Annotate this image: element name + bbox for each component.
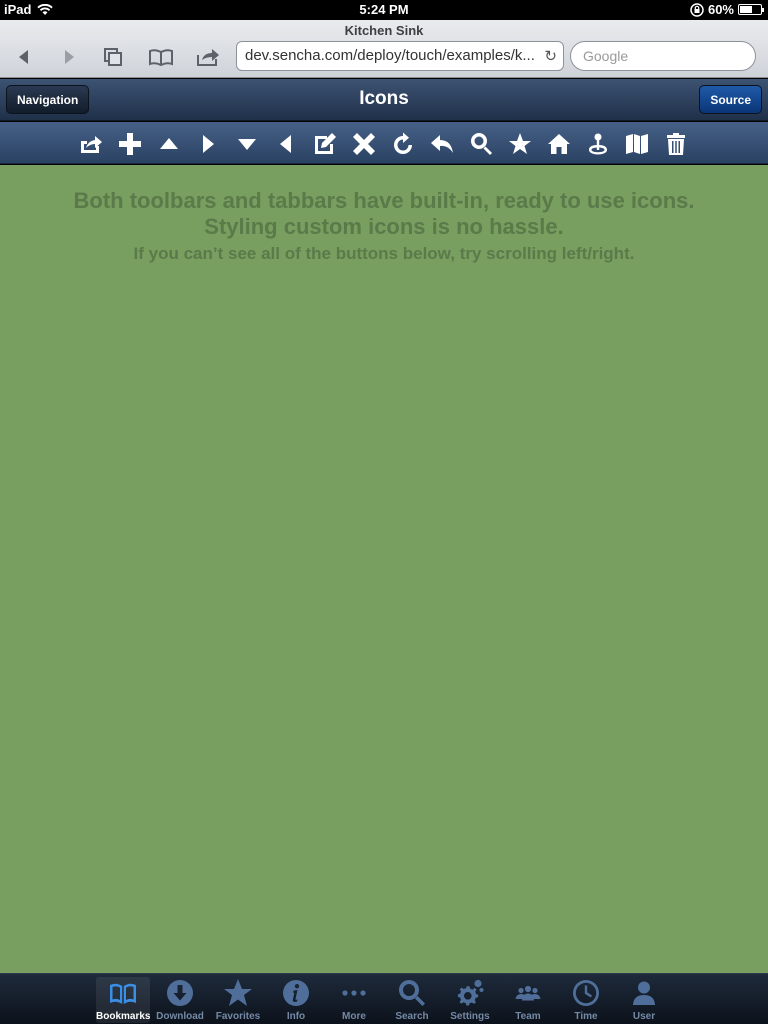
tab-settings[interactable]: Settings	[443, 977, 497, 1023]
tab-label: Favorites	[215, 1011, 261, 1022]
star-button[interactable]	[506, 130, 534, 158]
compose-icon	[315, 133, 336, 154]
arrow-down-button[interactable]	[233, 130, 261, 158]
tab-download[interactable]: Download	[153, 977, 207, 1023]
reload-icon[interactable]: ↻	[544, 47, 557, 65]
locate-button[interactable]	[584, 130, 612, 158]
refresh-icon	[394, 132, 412, 154]
battery-icon	[738, 4, 764, 15]
home-button[interactable]	[545, 130, 573, 158]
pages-icon	[104, 48, 122, 66]
url-text: dev.sencha.com/deploy/touch/examples/k..…	[245, 47, 535, 64]
action-icon	[81, 136, 102, 153]
trash-button[interactable]	[662, 130, 690, 158]
maps-icon	[626, 134, 648, 154]
rotation-lock-icon	[690, 2, 704, 17]
share-icon	[197, 49, 219, 66]
tab-time[interactable]: Time	[559, 977, 613, 1023]
action-button[interactable]	[77, 130, 105, 158]
forward-button[interactable]	[56, 44, 82, 70]
compose-button[interactable]	[311, 130, 339, 158]
maps-button[interactable]	[623, 130, 651, 158]
back-button[interactable]	[11, 44, 37, 70]
tab-label: Search	[395, 1011, 429, 1022]
pages-button[interactable]	[100, 44, 126, 70]
intro-text-line1: Both toolbars and tabbars have built-in,…	[73, 188, 695, 213]
reply-button[interactable]	[428, 130, 456, 158]
tab-label: User	[632, 1011, 656, 1022]
tab-label: Team	[515, 1011, 541, 1022]
refresh-button[interactable]	[389, 130, 417, 158]
content-panel: Both toolbars and tabbars have built-in,…	[0, 165, 768, 973]
favorites-icon	[224, 979, 252, 1006]
locate-icon	[589, 133, 607, 155]
tab-label: Settings	[450, 1011, 490, 1022]
star-icon	[509, 133, 531, 154]
tab-user[interactable]: User	[617, 977, 671, 1023]
more-icon	[342, 990, 366, 996]
time-icon	[573, 980, 599, 1006]
intro-hint-text: If you can’t see all of the buttons belo…	[133, 244, 635, 263]
arrow-up-icon	[160, 138, 178, 149]
book-icon	[149, 49, 173, 67]
browser-page-title: Kitchen Sink	[344, 23, 424, 38]
search-icon	[399, 980, 425, 1006]
battery-fill	[740, 6, 752, 13]
tab-label: Time	[574, 1011, 598, 1022]
delete-button[interactable]	[350, 130, 378, 158]
tab-label: More	[342, 1011, 366, 1022]
tab-label: Bookmarks	[96, 1011, 151, 1022]
status-bar: iPad 5:24 PM 60%	[0, 0, 768, 20]
forward-arrow-icon	[65, 50, 74, 64]
tab-label: Info	[286, 1011, 306, 1022]
add-icon	[119, 133, 141, 155]
screen: iPad 5:24 PM 60% Kitchen Sink dev.sencha…	[0, 0, 768, 1024]
add-button[interactable]	[116, 130, 144, 158]
bookmarks-button[interactable]	[148, 44, 174, 70]
tab-bar: Bookmarks Download Favorites Info More S…	[0, 973, 768, 1024]
arrow-right-icon	[203, 135, 214, 153]
arrow-right-button[interactable]	[194, 130, 222, 158]
tab-team[interactable]: Team	[501, 977, 555, 1023]
tab-search[interactable]: Search	[385, 977, 439, 1023]
tab-bookmarks[interactable]: Bookmarks	[96, 977, 150, 1023]
battery-percent: 60%	[707, 2, 734, 17]
bookmarks-icon	[110, 983, 136, 1004]
tab-label: Download	[156, 1011, 204, 1022]
search-field[interactable]: Google	[570, 41, 756, 71]
share-button[interactable]	[195, 44, 221, 70]
delete-icon	[353, 133, 375, 155]
arrow-down-icon	[238, 139, 256, 150]
tab-info[interactable]: Info	[269, 977, 323, 1023]
reply-icon	[431, 135, 453, 153]
arrow-left-icon	[280, 135, 291, 153]
tab-more[interactable]: More	[327, 977, 381, 1023]
search-button[interactable]	[467, 130, 495, 158]
back-arrow-icon	[19, 50, 28, 64]
icon-toolbar	[0, 122, 768, 164]
info-icon	[283, 980, 309, 1006]
arrow-up-button[interactable]	[155, 130, 183, 158]
trash-icon	[667, 133, 685, 155]
page-title: Icons	[359, 88, 409, 109]
team-icon	[515, 985, 541, 1001]
user-icon	[633, 981, 655, 1005]
app-titlebar: Navigation Icons Source	[0, 79, 768, 121]
tab-favorites[interactable]: Favorites	[211, 977, 265, 1023]
intro-text-line2: Styling custom icons is no hassle.	[204, 214, 564, 239]
url-bar[interactable]: dev.sencha.com/deploy/touch/examples/k..…	[236, 41, 564, 71]
home-icon	[548, 134, 570, 154]
settings-icon	[457, 979, 484, 1006]
status-time: 5:24 PM	[359, 2, 409, 17]
download-icon	[167, 980, 193, 1006]
source-button[interactable]: Source	[699, 85, 762, 114]
search-icon	[471, 133, 492, 155]
arrow-left-button[interactable]	[272, 130, 300, 158]
browser-toolbar: Kitchen Sink dev.sencha.com/deploy/touch…	[0, 20, 768, 78]
